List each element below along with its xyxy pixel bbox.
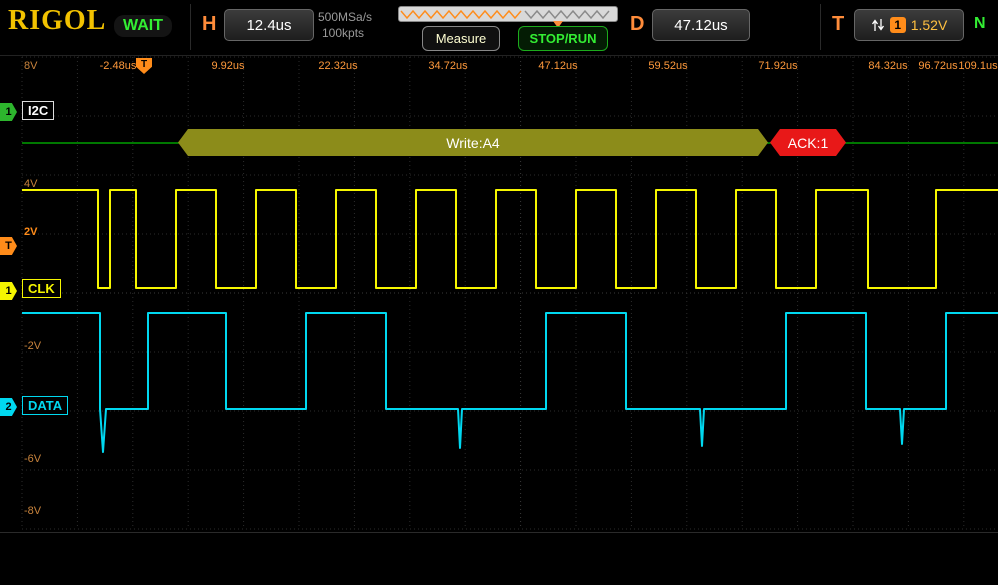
memory-sawtooth bbox=[401, 11, 521, 18]
acquisition-status: WAIT bbox=[114, 15, 172, 37]
measure-label: Measure bbox=[436, 31, 487, 46]
memory-depth: 100kpts bbox=[322, 26, 364, 40]
time-label: 34.72us bbox=[428, 60, 467, 72]
time-label: 47.12us bbox=[538, 60, 577, 72]
volt-label: 4V bbox=[24, 178, 37, 190]
time-label: 9.92us bbox=[211, 60, 244, 72]
delay-label: D bbox=[630, 13, 644, 36]
trigger-level-value: 1.52V bbox=[911, 17, 948, 33]
time-label: 22.32us bbox=[318, 60, 357, 72]
stop-run-label: STOP/RUN bbox=[530, 31, 597, 46]
divider bbox=[190, 4, 191, 50]
volt-label: -2V bbox=[24, 340, 41, 352]
volt-label: -6V bbox=[24, 453, 41, 465]
volt-label: 8V bbox=[24, 60, 37, 72]
channel2-wave-label: DATA bbox=[22, 396, 68, 415]
sample-rate: 500MSa/s bbox=[318, 10, 372, 24]
time-label: 96.72us bbox=[918, 60, 957, 72]
bottom-bar: 1 2.00V 0.00V 2 2.00V -4.00V 3 5.00V -10… bbox=[0, 532, 998, 585]
timebase-value: 12.4us bbox=[246, 17, 291, 34]
delay-value: 47.12us bbox=[674, 17, 727, 34]
decode-ack-text: ACK:1 bbox=[788, 135, 828, 151]
measure-button[interactable]: Measure bbox=[422, 26, 500, 51]
volt-label: -8V bbox=[24, 505, 41, 517]
decode-write-block: Write:A4 bbox=[178, 129, 768, 156]
time-label: 59.52us bbox=[648, 60, 687, 72]
timebase-button[interactable]: 12.4us bbox=[224, 9, 314, 41]
oscilloscope-screen: RIGOL WAIT H 12.4us 500MSa/s 100kpts Mea… bbox=[0, 0, 998, 585]
data-trace bbox=[22, 313, 998, 452]
divider bbox=[820, 4, 821, 50]
memory-position-bar[interactable] bbox=[398, 6, 618, 22]
time-label: -2.48us bbox=[100, 60, 137, 72]
clk-trace bbox=[22, 190, 998, 288]
top-bar: RIGOL WAIT H 12.4us 500MSa/s 100kpts Mea… bbox=[0, 0, 998, 56]
trigger-source-badge: 1 bbox=[890, 17, 906, 33]
decode-write-text: Write:A4 bbox=[446, 135, 499, 151]
stop-run-button[interactable]: STOP/RUN bbox=[518, 26, 608, 51]
memory-waveform-preview bbox=[399, 8, 615, 20]
trigger-edge-indicator: N bbox=[974, 15, 986, 33]
channel1-wave-label: CLK bbox=[22, 279, 61, 298]
horizontal-label: H bbox=[202, 13, 216, 36]
delay-button[interactable]: 47.12us bbox=[652, 9, 750, 41]
trigger-slope-icon bbox=[871, 17, 885, 33]
time-label: 71.92us bbox=[758, 60, 797, 72]
decode-ack-block: ACK:1 bbox=[770, 129, 846, 156]
trigger-label: T bbox=[832, 13, 844, 36]
waveform-display bbox=[0, 55, 998, 532]
rigol-logo: RIGOL bbox=[8, 5, 106, 37]
time-label: 109.1us bbox=[958, 60, 997, 72]
volt-label-trigger: 2V bbox=[24, 226, 37, 238]
bus-decode-label[interactable]: I2C bbox=[22, 101, 54, 120]
time-label: 84.32us bbox=[868, 60, 907, 72]
memory-sawtooth bbox=[525, 11, 609, 18]
trigger-button[interactable]: 1 1.52V bbox=[854, 9, 964, 41]
